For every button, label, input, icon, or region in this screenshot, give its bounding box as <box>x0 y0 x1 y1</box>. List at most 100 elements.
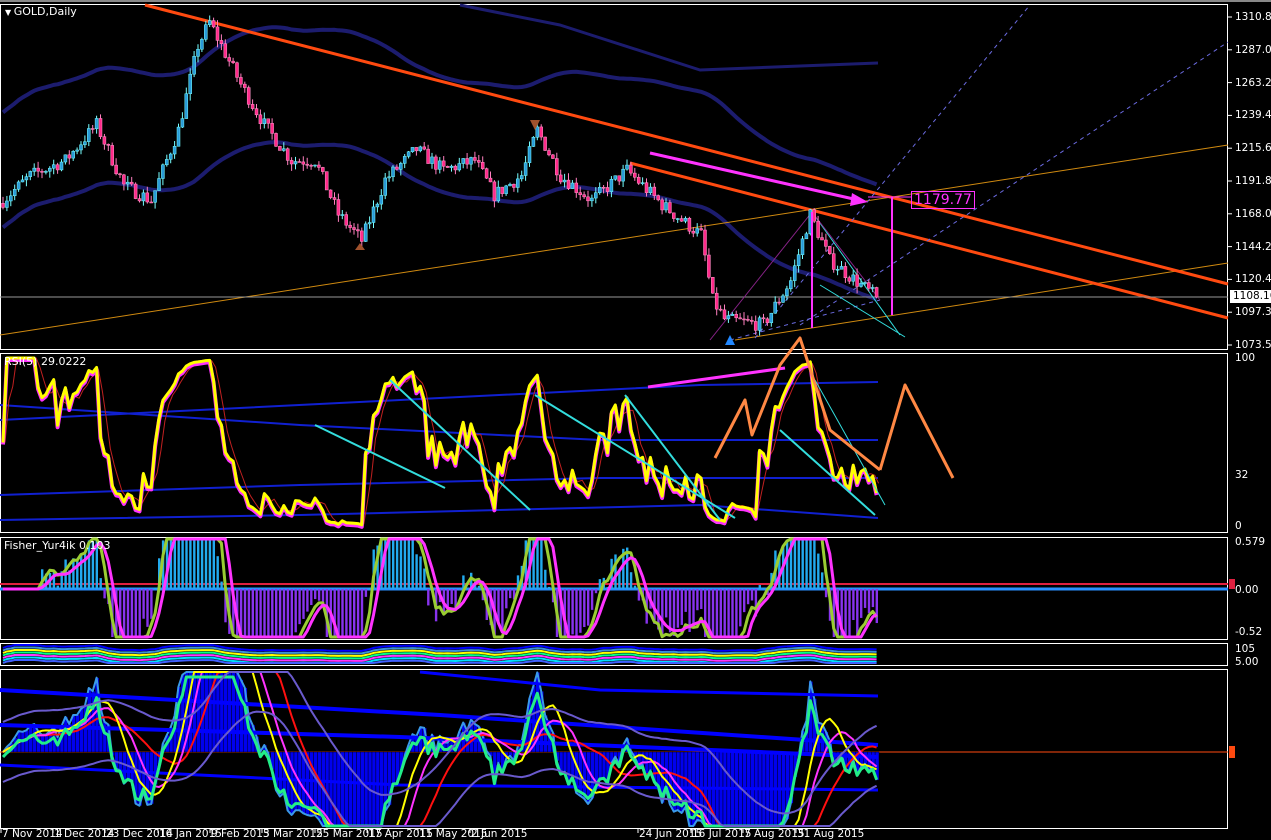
fisher-histogram-bar <box>423 568 426 589</box>
candle <box>699 228 703 231</box>
candle <box>691 230 696 234</box>
fisher-histogram-bar <box>349 589 352 637</box>
oscillator-histogram-bar <box>375 751 380 827</box>
candle <box>137 198 142 202</box>
projection-arrow-path <box>878 383 955 479</box>
candle <box>227 57 231 62</box>
fisher-histogram-bar <box>80 554 83 589</box>
candle <box>480 162 485 169</box>
candle <box>340 214 345 216</box>
candle <box>321 167 325 172</box>
fisher-histogram-bar <box>587 589 590 626</box>
candle <box>274 133 278 147</box>
candle <box>344 214 348 226</box>
fisher-histogram-bar <box>146 589 149 627</box>
candle <box>324 171 329 191</box>
candle <box>551 154 555 159</box>
candle <box>465 158 469 165</box>
fisher-histogram-bar <box>243 589 247 637</box>
candle <box>441 160 446 167</box>
candle <box>652 186 657 196</box>
candle <box>379 195 384 205</box>
candle <box>734 314 738 319</box>
fisher-histogram-bar <box>575 589 578 637</box>
candle <box>87 128 91 142</box>
candle <box>488 177 493 183</box>
candle <box>679 218 684 222</box>
candle <box>102 136 107 145</box>
candle <box>75 149 79 152</box>
candle <box>258 114 263 124</box>
fisher-histogram-bar <box>103 589 106 599</box>
candle <box>118 173 122 176</box>
fisher-histogram-bar <box>852 589 855 621</box>
fisher-histogram-bar <box>411 540 414 589</box>
candle <box>714 292 719 310</box>
candle <box>387 176 391 179</box>
candle <box>235 62 239 78</box>
fisher-histogram-bar <box>130 589 134 637</box>
candle <box>157 178 161 191</box>
candle <box>613 175 618 180</box>
candle <box>114 164 118 175</box>
oscillator-histogram-bar <box>352 751 357 827</box>
candle <box>36 167 40 172</box>
candle <box>254 108 259 116</box>
candle <box>835 269 840 271</box>
candle <box>285 148 290 161</box>
candle <box>383 177 387 196</box>
fisher-histogram-bar <box>251 589 254 637</box>
candle <box>742 318 746 321</box>
oscillator-histogram-bar <box>391 751 396 786</box>
candle <box>98 118 103 137</box>
fisher-histogram-bar <box>353 589 356 637</box>
candle <box>356 229 360 232</box>
date-axis-label: 31 Aug 2015 <box>797 828 865 840</box>
target-price-label: 1179.77 <box>911 191 975 209</box>
candle <box>644 182 649 193</box>
fisher-histogram-bar <box>633 585 637 589</box>
up-arrow-icon <box>355 243 365 250</box>
dropdown-triangle-icon[interactable]: ▼ <box>5 8 14 17</box>
candle <box>12 189 17 197</box>
fisher-histogram-bar <box>314 589 317 600</box>
candle <box>426 148 430 164</box>
current-price-label: 1108.16 <box>1230 290 1271 303</box>
fisher-histogram-bar <box>793 540 797 589</box>
rsi-label: RSI(5) 29.0222 <box>4 355 87 368</box>
fisher-histogram-bar <box>298 589 301 625</box>
candle <box>855 274 859 287</box>
candle <box>9 195 13 202</box>
candle <box>336 199 341 216</box>
candle <box>434 156 438 170</box>
candle <box>48 167 52 172</box>
candle <box>51 164 56 169</box>
candle <box>133 183 138 199</box>
candle <box>110 145 114 166</box>
candle <box>243 83 247 88</box>
candle <box>63 154 68 163</box>
candle <box>746 319 750 321</box>
fisher-histogram-bar <box>403 540 407 589</box>
fisher-histogram-bar <box>302 589 305 619</box>
candle <box>246 87 251 105</box>
candle <box>239 77 243 85</box>
price-axis-label: 1239.40 <box>1235 109 1271 122</box>
candle <box>59 161 64 171</box>
fisher-histogram-bar <box>392 540 395 589</box>
fisher-histogram-bar <box>122 589 126 637</box>
fisher-label: Fisher_Yur4ik 0.103 <box>4 539 111 552</box>
chart-canvas[interactable] <box>0 0 1271 840</box>
date-axis-label: 3 Mar 2015 <box>263 828 323 840</box>
fisher-histogram-bar <box>99 578 102 589</box>
fisher-histogram-bar <box>785 540 789 589</box>
candle <box>270 123 274 134</box>
candle <box>718 308 723 311</box>
candle <box>422 146 426 150</box>
candle <box>816 220 820 238</box>
candle <box>469 157 473 165</box>
candle <box>753 321 758 331</box>
candle <box>332 197 337 200</box>
candle <box>461 158 465 164</box>
fisher-histogram-bar <box>817 553 820 589</box>
